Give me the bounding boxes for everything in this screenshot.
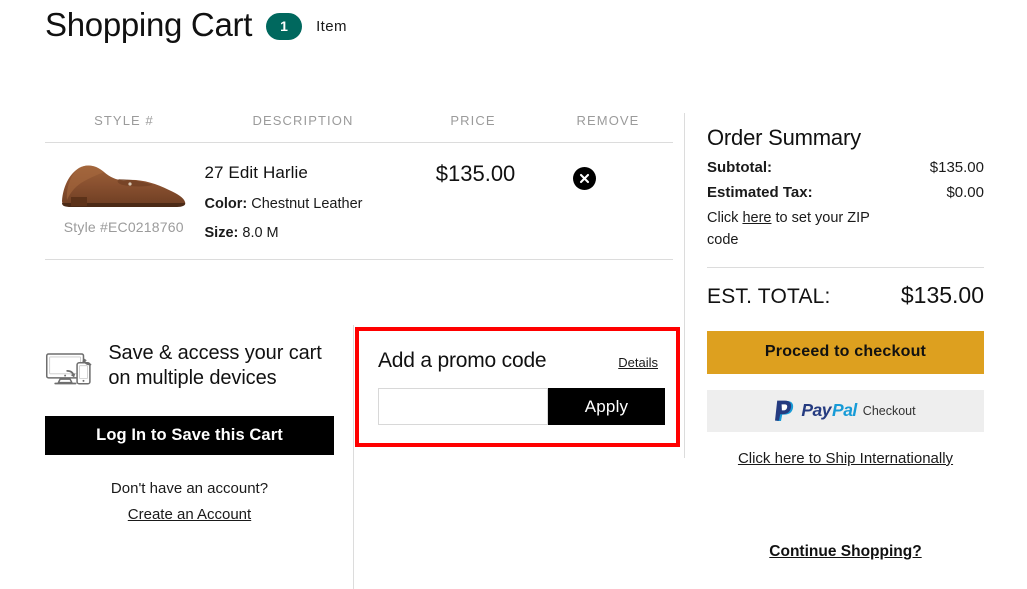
color-label: Color:	[204, 196, 248, 212]
estimated-total-value: $135.00	[900, 281, 984, 308]
product-name[interactable]: 27 Edit Harlie	[205, 163, 436, 183]
column-header-description: DESCRIPTION	[252, 113, 354, 128]
promo-code-section: Add a promo code Details Apply	[355, 327, 680, 447]
subtotal-row: Subtotal: $135.00	[707, 159, 984, 176]
set-zip-code-link[interactable]: here	[742, 210, 771, 226]
column-header-price: PRICE	[450, 113, 496, 128]
subtotal-label: Subtotal:	[707, 159, 772, 176]
devices-sync-icon	[45, 353, 92, 385]
vertical-divider-right	[684, 113, 685, 458]
create-account-link[interactable]: Create an Account	[45, 506, 334, 523]
paypal-pay-text: Pay	[801, 400, 832, 421]
promo-code-input[interactable]	[378, 388, 548, 425]
paypal-logo-icon	[775, 400, 794, 421]
item-count-badge: 1	[266, 12, 303, 40]
product-image[interactable]	[57, 157, 190, 217]
no-account-text: Don't have an account?	[110, 480, 269, 497]
product-size: Size: 8.0 M	[205, 225, 436, 241]
shoe-ornament	[128, 182, 132, 186]
promo-header: Add a promo code Details	[359, 331, 676, 373]
cell-description: 27 Edit Harlie Color: Chestnut Leather S…	[203, 157, 436, 241]
subtotal-value: $135.00	[929, 159, 984, 176]
estimated-total-label: EST. TOTAL:	[707, 284, 831, 308]
paypal-checkout-label: Checkout	[862, 403, 916, 418]
estimated-total-row: EST. TOTAL: $135.00	[707, 282, 984, 309]
product-color: Color: Chestnut Leather	[205, 196, 436, 212]
cart-table-header-row: STYLE # DESCRIPTION PRICE REMOVE	[45, 113, 673, 142]
estimated-tax-label: Estimated Tax:	[707, 184, 813, 201]
save-cart-headline-row: Save & access your cart on multiple devi…	[45, 340, 334, 396]
color-value: Chestnut Leather	[251, 196, 363, 212]
zip-code-note: Click here to set your ZIP code	[707, 207, 887, 252]
vertical-divider-left	[353, 325, 354, 589]
paypal-pal-text: Pal	[832, 400, 857, 421]
page-title: Shopping Cart	[45, 6, 253, 43]
continue-shopping-link[interactable]: Continue Shopping?	[707, 543, 984, 561]
cart-table: STYLE # DESCRIPTION PRICE REMOVE Style #…	[45, 113, 673, 260]
column-header-style: STYLE #	[94, 113, 154, 128]
apply-promo-button[interactable]: Apply	[548, 388, 665, 425]
promo-title: Add a promo code	[378, 349, 547, 372]
cell-style: Style #EC0218760	[45, 157, 203, 241]
zip-note-prefix: Click	[707, 210, 743, 226]
product-price: $135.00	[435, 161, 516, 186]
style-number: Style #EC0218760	[63, 219, 184, 235]
save-cart-section: Save & access your cart on multiple devi…	[45, 340, 334, 523]
save-cart-headline: Save & access your cart on multiple devi…	[108, 342, 322, 389]
page-header: Shopping Cart 1 Item	[45, 8, 347, 41]
estimated-tax-value: $0.00	[946, 184, 984, 201]
summary-divider	[707, 266, 984, 268]
order-summary-section: Order Summary Subtotal: $135.00 Estimate…	[707, 125, 984, 467]
column-header-remove: REMOVE	[576, 113, 640, 128]
size-value: 8.0 M	[242, 225, 279, 241]
promo-details-link[interactable]: Details	[618, 355, 658, 370]
proceed-to-checkout-button[interactable]: Proceed to checkout	[707, 330, 984, 374]
cell-remove	[573, 157, 673, 241]
promo-form: Apply	[378, 388, 665, 425]
ship-internationally-link[interactable]: Click here to Ship Internationally	[707, 450, 984, 467]
size-label: Size:	[204, 225, 239, 241]
order-summary-title: Order Summary	[707, 125, 861, 150]
item-count-label: Item	[316, 18, 347, 35]
close-icon	[580, 173, 590, 184]
remove-item-button[interactable]	[573, 167, 597, 190]
login-to-save-cart-button[interactable]: Log In to Save this Cart	[45, 416, 334, 455]
table-row-divider	[45, 259, 673, 260]
table-row: Style #EC0218760 27 Edit Harlie Color: C…	[45, 143, 673, 259]
paypal-checkout-button[interactable]: Pay Pal Checkout	[707, 389, 984, 432]
estimated-tax-row: Estimated Tax: $0.00	[707, 184, 984, 201]
shoe-heel	[71, 197, 88, 206]
